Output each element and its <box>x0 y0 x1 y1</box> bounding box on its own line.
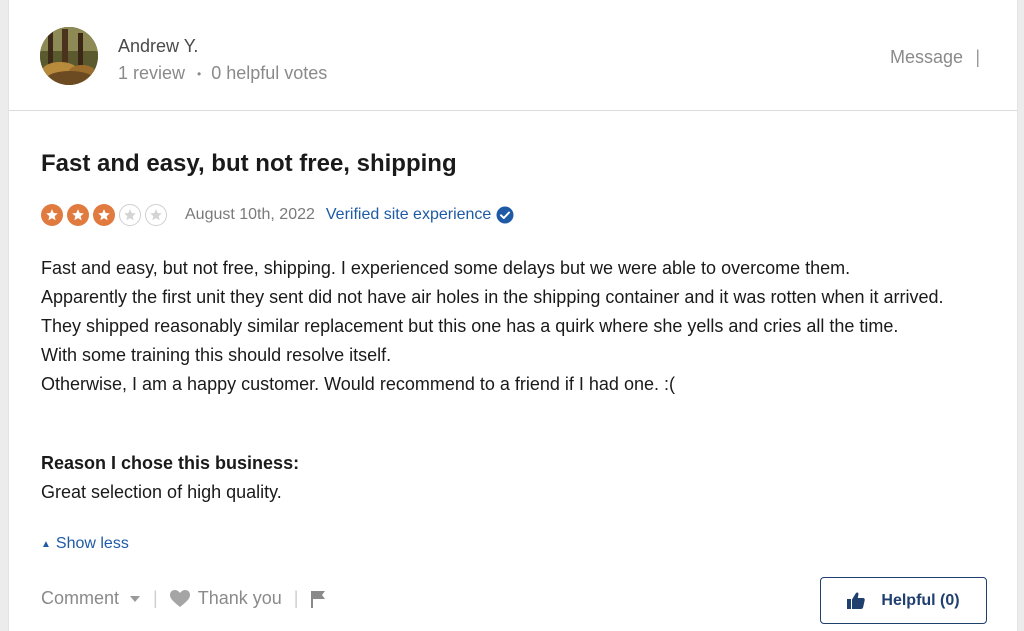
thank-you-button[interactable]: Thank you <box>169 588 282 609</box>
review-actions: Comment | Thank you | <box>41 588 326 609</box>
action-separator: | <box>153 588 158 608</box>
review-body-line: Fast and easy, but not free, shipping. I… <box>41 258 851 278</box>
comment-button[interactable]: Comment <box>41 588 141 609</box>
star-icon-filled <box>67 204 89 226</box>
verified-label: Verified site experience <box>325 206 492 223</box>
review-body-line: Otherwise, I am a happy customer. Would … <box>41 374 675 394</box>
helpful-votes-count: 0 helpful votes <box>211 63 328 83</box>
review-card: Andrew Y. 1 review • 0 helpful votes Mes… <box>8 0 1018 631</box>
star-rating <box>41 204 171 226</box>
reviewer-header: Andrew Y. 1 review • 0 helpful votes Mes… <box>9 0 1017 111</box>
thumbs-up-icon <box>847 592 866 609</box>
star-icon-filled <box>93 204 115 226</box>
helpful-label: Helpful (0) <box>881 591 960 609</box>
avatar[interactable] <box>40 27 98 85</box>
heart-icon <box>169 589 190 608</box>
review-count: 1 review <box>118 63 186 83</box>
reviewer-name[interactable]: Andrew Y. <box>118 36 198 57</box>
show-less-label: Show less <box>55 535 129 552</box>
reviewer-stats: 1 review • 0 helpful votes <box>118 63 327 84</box>
caret-up-icon: ▲ <box>41 538 51 550</box>
review-body-line: Apparently the first unit they sent did … <box>41 287 944 307</box>
helpful-button[interactable]: Helpful (0) <box>820 577 987 624</box>
show-less-link[interactable]: ▲ Show less <box>41 535 129 553</box>
flag-button[interactable] <box>310 590 326 608</box>
star-icon-empty <box>145 204 167 226</box>
review-body: Fast and easy, but not free, shipping. I… <box>41 254 991 399</box>
star-icon-filled <box>41 204 63 226</box>
review-body-line: They shipped reasonably similar replacem… <box>41 316 899 336</box>
verified-check-icon <box>496 206 514 224</box>
flag-icon <box>310 590 326 608</box>
review-date: August 10th, 2022 <box>185 206 315 223</box>
review-title: Fast and easy, but not free, shipping <box>41 150 457 177</box>
rating-row: August 10th, 2022 Verified site experien… <box>41 204 514 226</box>
reason-text: Great selection of high quality. <box>41 482 282 502</box>
comment-label: Comment <box>41 588 120 608</box>
star-icon-empty <box>119 204 141 226</box>
review-body-line: With some training this should resolve i… <box>41 345 392 365</box>
meta-separator: • <box>197 66 202 81</box>
thank-you-label: Thank you <box>197 588 282 608</box>
chevron-down-icon <box>129 595 141 603</box>
verified-badge[interactable]: Verified site experience <box>326 206 514 224</box>
action-separator: | <box>293 588 299 608</box>
reason-label: Reason I chose this business: <box>41 453 300 473</box>
message-link[interactable]: Message <box>890 47 963 68</box>
header-separator: | <box>975 47 980 67</box>
